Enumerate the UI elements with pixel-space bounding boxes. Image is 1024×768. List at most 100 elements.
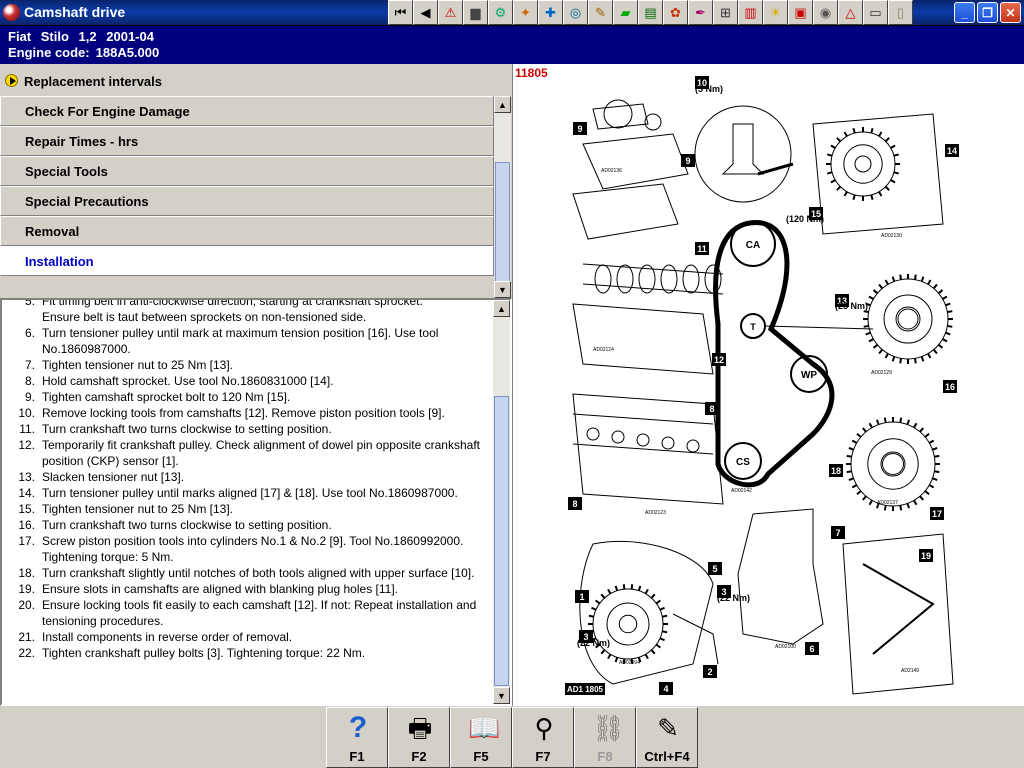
- notes-icon: ✎: [657, 713, 679, 743]
- menu-selected-item[interactable]: Replacement intervals: [0, 67, 512, 95]
- app-logo-icon: [3, 4, 20, 21]
- book-button[interactable]: ▆: [463, 0, 488, 25]
- function-keys: ? F1 🖶 F2 📖 F5 ⚲ F7 ⛓ F8 ✎ Ctrl+F4: [326, 707, 698, 768]
- electrical-icon: ▥: [744, 5, 757, 20]
- menu-item[interactable]: Special Tools: [0, 156, 494, 186]
- vehicle-make: Fiat: [8, 29, 32, 44]
- callout-number: 11: [697, 244, 707, 254]
- arrow-right-icon: [5, 74, 18, 87]
- app-window: Camshaft drive ⏮ ◀ ⚠ ▆ ⚙ ✦ ✚ ◎ ✎ ▰ ▤ ✿ ✒ ⊞ ▥ ☀ ▣ ◉ △ ▭ ▯ _ ❐…: [0, 0, 1024, 768]
- gauge-button[interactable]: ◎: [563, 0, 588, 25]
- first-page-button[interactable]: ⏮: [388, 0, 413, 25]
- function-key-f1[interactable]: ? F1: [326, 707, 388, 768]
- step-number: 20.: [18, 598, 35, 612]
- close-button[interactable]: ✕: [1000, 2, 1021, 23]
- scroll-thumb[interactable]: [494, 396, 509, 686]
- diagram-panel: CA T WP CS 10 9 9 14 15 11 13 12 16 8 18 8 17 7 5 19 1 3 3 6 2 4(…: [512, 64, 1024, 706]
- function-key-bar: ? F1 🖶 F2 📖 F5 ⚲ F7 ⛓ F8 ✎ Ctrl+F4: [0, 706, 1024, 768]
- wheel-button[interactable]: ◉: [813, 0, 838, 25]
- callout-number: 9: [577, 124, 582, 134]
- truck-button[interactable]: ▭: [863, 0, 888, 25]
- instruction-step: 21. Install components in reverse order o…: [2, 629, 494, 645]
- toolbar: ⏮ ◀ ⚠ ▆ ⚙ ✦ ✚ ◎ ✎ ▰ ▤ ✿ ✒ ⊞ ▥ ☀ ▣ ◉ △ ▭ ▯: [388, 0, 913, 26]
- scroll-thumb[interactable]: [495, 162, 510, 282]
- instruction-step: 12. Temporarily fit crankshaft pulley. Ch…: [2, 437, 494, 469]
- back-button[interactable]: ◀: [413, 0, 438, 25]
- book-icon: 📖: [468, 713, 501, 743]
- vehicle-model-line: Fiat Stilo 1,2 2001-04: [8, 29, 160, 44]
- back-icon: ◀: [420, 5, 431, 20]
- torque-label: (5 Nm): [695, 84, 723, 94]
- menu-scrollbar[interactable]: ▲ ▼: [494, 96, 511, 298]
- instruction-step: 14. Turn tensioner pulley until marks ali…: [2, 485, 494, 501]
- scroll-down-button[interactable]: ▼: [493, 687, 510, 704]
- step-text: Turn crankshaft two turns clockwise to s…: [42, 422, 332, 436]
- instruction-step: 18. Turn crankshaft slightly until notche…: [2, 565, 494, 581]
- counter-button[interactable]: ⊞: [713, 0, 738, 25]
- instruction-step: 8. Hold camshaft sprocket. Use tool No.18…: [2, 373, 494, 389]
- instruction-step: 13. Slacken tensioner nut [13].: [2, 469, 494, 485]
- step-text: Turn crankshaft two turns clockwise to s…: [42, 518, 332, 532]
- menu-item[interactable]: Special Precautions: [0, 186, 494, 216]
- window-controls: _ ❐ ✕: [954, 2, 1021, 23]
- help-icon: ?: [348, 711, 368, 744]
- engine-code: 188A5.000: [95, 45, 160, 60]
- instruction-step: 22. Tighten crankshaft pulley bolts [3]. …: [2, 645, 494, 661]
- step-text: Hold camshaft sprocket. Use tool No.1860…: [42, 374, 334, 388]
- callout-number: 17: [932, 509, 942, 519]
- menu-item[interactable]: Removal: [0, 216, 494, 246]
- figure-code: AD02094: [619, 660, 640, 666]
- alignment-button[interactable]: △: [838, 0, 863, 25]
- vehicle-button[interactable]: ▣: [788, 0, 813, 25]
- step-text: Ensure slots in camshafts are aligned wi…: [42, 582, 398, 596]
- car-button[interactable]: ▰: [613, 0, 638, 25]
- step-number: 11.: [19, 422, 35, 436]
- function-key-f7[interactable]: ⚲ F7: [512, 707, 574, 768]
- electrical-button[interactable]: ▥: [738, 0, 763, 25]
- step-text: Ensure belt is taut between sprockets on…: [42, 310, 367, 324]
- function-key-f8: ⛓ F8: [574, 707, 636, 768]
- engine-icon: ✦: [520, 5, 531, 20]
- callout-number: 1: [579, 592, 584, 602]
- diagnosis-button[interactable]: ✎: [588, 0, 613, 25]
- engine-button[interactable]: ✦: [513, 0, 538, 25]
- step-number: 16.: [18, 518, 35, 532]
- engine-code-label: Engine code:: [8, 45, 90, 60]
- lightbulb-button[interactable]: ☀: [763, 0, 788, 25]
- step-number: 12.: [18, 438, 35, 452]
- warning-button[interactable]: ⚠: [438, 0, 463, 25]
- menu-item[interactable]: Installation: [0, 246, 494, 276]
- function-key-f2[interactable]: 🖶 F2: [388, 707, 450, 768]
- book-icon: ▆: [470, 5, 481, 20]
- instruction-step: 16. Turn crankshaft two turns clockwise t…: [2, 517, 494, 533]
- repair-button[interactable]: ✿: [663, 0, 688, 25]
- callout-number: 7: [835, 528, 840, 538]
- function-key-f5[interactable]: 📖 F5: [450, 707, 512, 768]
- step-number: 22.: [18, 646, 35, 660]
- battery-button[interactable]: ▤: [638, 0, 663, 25]
- function-key-ctrl-f4[interactable]: ✎ Ctrl+F4: [636, 707, 698, 768]
- vehicle-icon: ▣: [794, 5, 807, 20]
- function-key-label: F7: [535, 749, 551, 764]
- instruction-step: 17. Screw piston position tools into cyli…: [2, 533, 494, 565]
- scroll-up-button[interactable]: ▲: [494, 96, 511, 113]
- step-number: 13.: [18, 470, 35, 484]
- wrench-button[interactable]: ✒: [688, 0, 713, 25]
- menu-list: Check For Engine Damage Repair Times - hr…: [0, 96, 494, 276]
- scroll-down-button[interactable]: ▼: [494, 281, 511, 298]
- tool-icon: ✚: [545, 5, 556, 20]
- instruction-step: 9. Tighten camshaft sprocket bolt to 120 …: [2, 389, 494, 405]
- menu-item[interactable]: Repair Times - hrs: [0, 126, 494, 156]
- instruction-step: 6. Turn tensioner pulley until mark at ma…: [2, 325, 494, 357]
- instructions-scrollbar[interactable]: ▲ ▼: [493, 300, 510, 704]
- tool-button[interactable]: ✚: [538, 0, 563, 25]
- restore-button[interactable]: ❐: [977, 2, 998, 23]
- document-button[interactable]: ▯: [888, 0, 913, 25]
- belt-label: T: [750, 322, 756, 332]
- settings-button[interactable]: ⚙: [488, 0, 513, 25]
- scroll-up-button[interactable]: ▲: [493, 300, 510, 317]
- function-key-label: F8: [597, 749, 613, 764]
- menu-item[interactable]: Check For Engine Damage: [0, 96, 494, 126]
- instruction-list: 5. Fit timing belt in anti-clockwise dire…: [2, 300, 494, 661]
- minimize-button[interactable]: _: [954, 2, 975, 23]
